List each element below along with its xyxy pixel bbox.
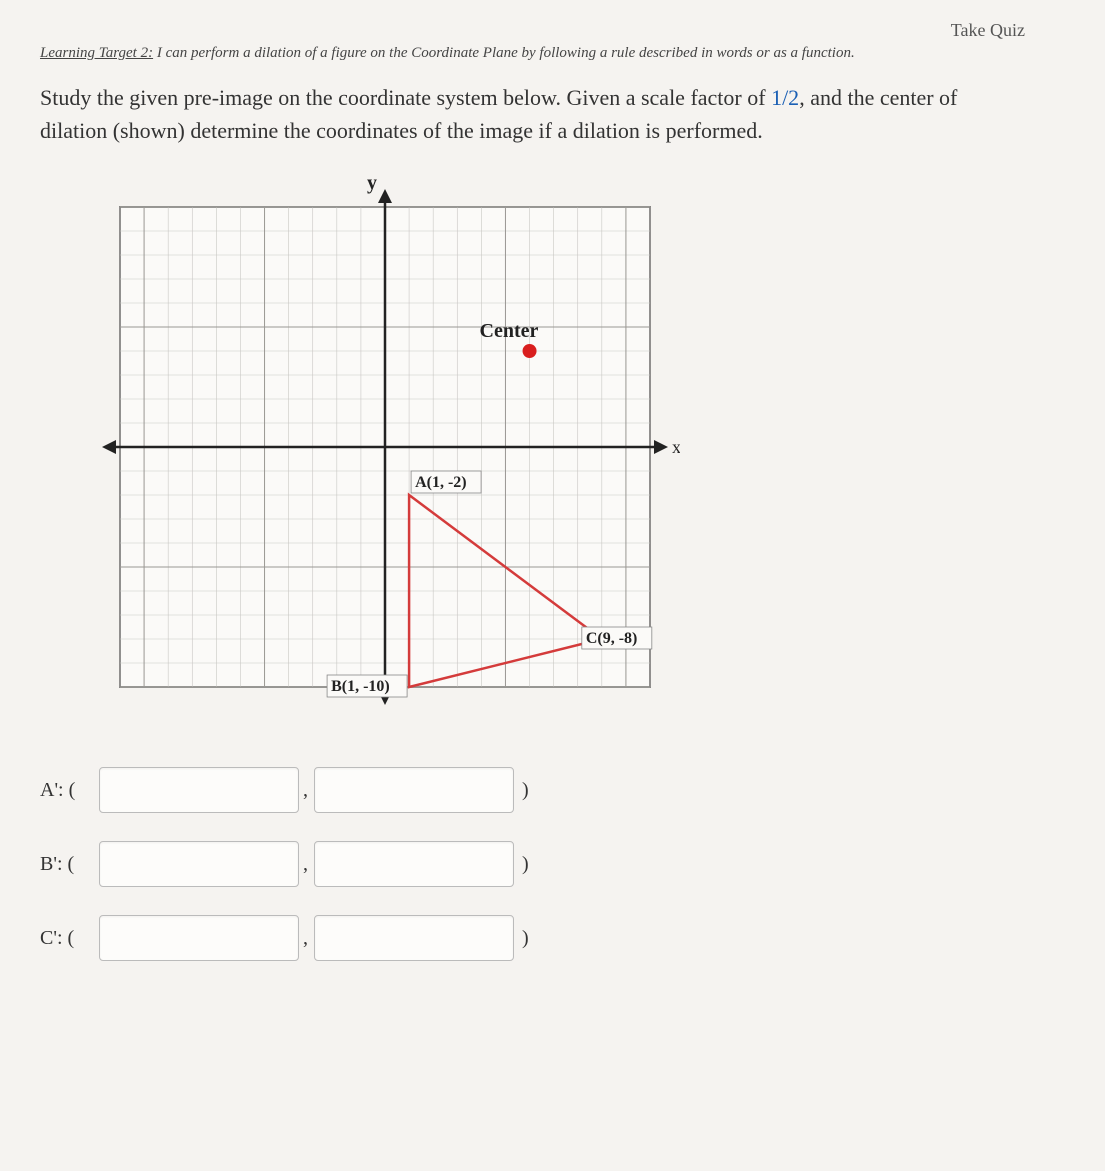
input-b-x[interactable] — [99, 841, 299, 887]
comma: , — [303, 927, 308, 950]
learning-target-label: Learning Target 2: — [40, 45, 153, 61]
coordinate-plane: y x A(1, -2) B(1, -10) C(9, -8) Center — [80, 167, 1065, 727]
input-c-x[interactable] — [99, 915, 299, 961]
scale-factor: 1/2 — [771, 85, 799, 110]
question-prompt: Study the given pre-image on the coordin… — [40, 81, 1020, 147]
svg-text:x: x — [672, 437, 680, 457]
answers-section: A': ( , ) B': ( , ) C': ( , ) — [40, 767, 1065, 961]
input-b-y[interactable] — [314, 841, 514, 887]
comma: , — [303, 779, 308, 802]
answer-row-a: A': ( , ) — [40, 767, 1065, 813]
learning-target: Learning Target 2: I can perform a dilat… — [40, 45, 1065, 63]
learning-target-text: I can perform a dilation of a figure on … — [157, 45, 855, 61]
input-c-y[interactable] — [314, 915, 514, 961]
answer-row-c: C': ( , ) — [40, 915, 1065, 961]
label-c-prime: C': ( — [40, 927, 95, 950]
svg-text:Center: Center — [480, 320, 539, 342]
svg-text:A(1, -2): A(1, -2) — [415, 474, 467, 491]
answer-row-b: B': ( , ) — [40, 841, 1065, 887]
prompt-text-a: Study the given pre-image on the coordin… — [40, 85, 771, 110]
svg-text:y: y — [367, 172, 377, 194]
label-a-prime: A': ( — [40, 779, 95, 802]
header-partial: Take Quiz — [40, 20, 1065, 41]
svg-text:B(1, -10): B(1, -10) — [331, 678, 390, 695]
close-paren: ) — [522, 779, 529, 802]
svg-text:C(9, -8): C(9, -8) — [586, 630, 638, 647]
chart-svg: y x A(1, -2) B(1, -10) C(9, -8) Center — [80, 167, 680, 727]
comma: , — [303, 853, 308, 876]
close-paren: ) — [522, 927, 529, 950]
input-a-y[interactable] — [314, 767, 514, 813]
label-b-prime: B': ( — [40, 853, 95, 876]
input-a-x[interactable] — [99, 767, 299, 813]
close-paren: ) — [522, 853, 529, 876]
